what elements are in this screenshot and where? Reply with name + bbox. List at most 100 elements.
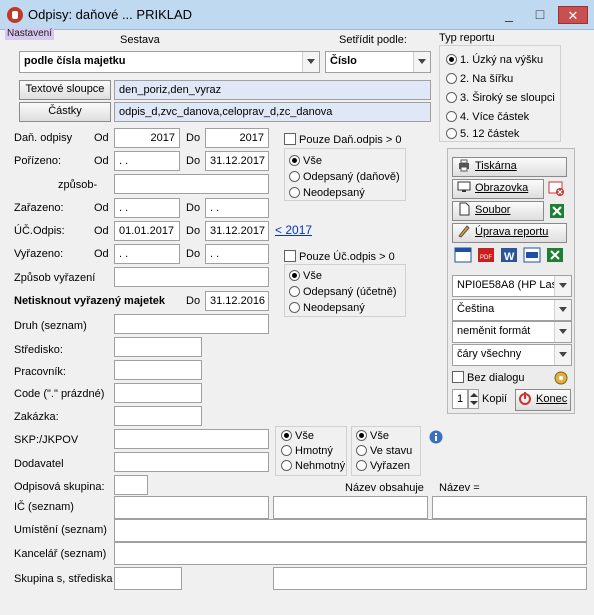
uprava-reportu-button[interactable]: Úprava reportu [452, 223, 567, 243]
word-icon[interactable]: W [500, 247, 518, 263]
spin-down-icon[interactable] [470, 401, 478, 405]
radio-icon[interactable] [281, 460, 292, 471]
pracovnik-input[interactable] [114, 360, 202, 380]
radio-icon[interactable] [289, 286, 300, 297]
chevron-down-icon[interactable] [554, 276, 571, 296]
zpusob-vyrazeni-input[interactable] [114, 267, 269, 287]
vyrazeno-do-input[interactable]: . . [205, 244, 269, 264]
porizeno-do-input[interactable]: 31.12.2017 [205, 151, 269, 171]
radio-icon[interactable] [289, 302, 300, 313]
settings-icon[interactable] [553, 370, 569, 386]
castky-button[interactable]: Částky [19, 102, 111, 122]
typ-reportu-option-1[interactable]: 1. Úzký na výšku [446, 54, 543, 66]
info-icon[interactable] [429, 430, 443, 444]
pdf-icon[interactable]: PDF [477, 247, 495, 263]
radio-icon[interactable] [356, 460, 367, 471]
nazev-eq-input[interactable] [432, 496, 587, 519]
stav-option-vyrazen[interactable]: Vyřazen [356, 460, 410, 472]
setridit-select[interactable]: Číslo [325, 51, 431, 73]
spin-up-icon[interactable] [470, 393, 478, 397]
textove-sloupce-button[interactable]: Textové sloupce [19, 80, 111, 100]
stredisko-input[interactable] [114, 337, 202, 357]
pouze-dan-checkbox[interactable]: Pouze Daň.odpis > 0 [284, 133, 401, 146]
chevron-down-icon[interactable] [554, 300, 571, 320]
soubor-button[interactable]: Soubor [452, 201, 544, 221]
pouze-dan-option-odepsany[interactable]: Odepsaný (daňově) [289, 171, 400, 183]
radio-icon[interactable] [446, 92, 457, 103]
stav-option-ve-stavu[interactable]: Ve stavu [356, 445, 412, 457]
pouze-uc-option-vse[interactable]: Vše [289, 270, 322, 282]
menu-nastaveni[interactable]: Nastavení [5, 28, 55, 40]
screen-close-icon[interactable] [548, 181, 566, 197]
umisteni-input[interactable] [114, 519, 587, 542]
typ-reportu-option-4[interactable]: 4. Více částek [446, 111, 529, 123]
radio-icon[interactable] [446, 128, 457, 139]
zpusob-input[interactable] [114, 174, 269, 194]
kancelar-input[interactable] [114, 542, 587, 565]
ic-input[interactable] [114, 496, 269, 519]
radio-icon[interactable] [446, 54, 457, 65]
cary-select[interactable]: čáry všechny [452, 344, 572, 366]
pouze-uc-option-neodepsany[interactable]: Neodepsaný [289, 302, 365, 314]
uc-odpis-do-input[interactable]: 31.12.2017 [205, 221, 269, 241]
pouze-dan-option-neodepsany[interactable]: Neodepsaný [289, 187, 365, 199]
radio-icon[interactable] [446, 73, 457, 84]
checkbox-icon[interactable] [284, 133, 296, 145]
radio-icon[interactable] [281, 445, 292, 456]
kopii-input[interactable]: 1 [452, 389, 468, 409]
stav-option-vse[interactable]: Vše [356, 430, 389, 442]
obrazovka-button[interactable]: Obrazovka [452, 179, 544, 199]
hmotny-option-hmotny[interactable]: Hmotný [281, 445, 333, 457]
dan-odpisy-od-input[interactable]: 2017 [114, 128, 180, 148]
uc-odpis-od-input[interactable]: 01.01.2017 [114, 221, 180, 241]
bez-dialogu-checkbox[interactable]: Bez dialogu [452, 371, 525, 384]
zakazka-input[interactable] [114, 406, 202, 426]
close-button[interactable]: ✕ [558, 6, 588, 24]
radio-icon[interactable] [289, 187, 300, 198]
chevron-down-icon[interactable] [302, 52, 319, 72]
sestava-select[interactable]: podle čísla majetku [19, 51, 320, 73]
chevron-down-icon[interactable] [554, 345, 571, 365]
typ-reportu-option-5[interactable]: 5. 12 částek [446, 128, 519, 140]
html-icon[interactable] [523, 247, 541, 263]
radio-icon[interactable] [356, 430, 367, 441]
skp-input[interactable] [114, 429, 269, 449]
dodavatel-input[interactable] [114, 452, 269, 472]
castky-field[interactable]: odpis_d,zvc_danova,celoprav_d,zc_danova [114, 102, 431, 122]
hmotny-option-nehmotny[interactable]: Nehmotný [281, 460, 345, 472]
radio-icon[interactable] [289, 171, 300, 182]
porizeno-od-input[interactable]: . . [114, 151, 180, 171]
vyrazeno-od-input[interactable]: . . [114, 244, 180, 264]
typ-reportu-option-2[interactable]: 2. Na šířku [446, 73, 513, 85]
radio-icon[interactable] [281, 430, 292, 441]
chevron-down-icon[interactable] [413, 52, 430, 72]
code-input[interactable] [114, 383, 202, 403]
checkbox-icon[interactable] [452, 371, 464, 383]
tiskarna-button[interactable]: Tiskárna [452, 157, 567, 177]
chevron-down-icon[interactable] [554, 322, 571, 342]
pouze-dan-option-vse[interactable]: Vše [289, 155, 322, 167]
minimize-button[interactable]: _ [496, 6, 522, 24]
konec-button[interactable]: Konec [515, 389, 571, 411]
typ-reportu-option-3[interactable]: 3. Široký se sloupci [446, 92, 555, 104]
radio-icon[interactable] [289, 270, 300, 281]
dan-odpisy-do-input[interactable]: 2017 [205, 128, 269, 148]
kopii-spinner[interactable] [468, 389, 479, 409]
excel-export-icon[interactable] [546, 247, 564, 263]
zarazeno-do-input[interactable]: . . [205, 198, 269, 218]
checkbox-icon[interactable] [284, 250, 296, 262]
druh-input[interactable] [114, 314, 269, 334]
textove-sloupce-field[interactable]: den_poriz,den_vyraz [114, 80, 431, 100]
calendar-icon[interactable] [454, 247, 472, 263]
zarazeno-od-input[interactable]: . . [114, 198, 180, 218]
excel-icon[interactable] [549, 203, 565, 219]
pouze-uc-checkbox[interactable]: Pouze Úč.odpis > 0 [284, 250, 395, 263]
printer-select[interactable]: NPI0E58A8 (HP Las [452, 275, 572, 297]
prev-year-link[interactable]: < 2017 [275, 223, 312, 237]
radio-icon[interactable] [356, 445, 367, 456]
skupina-text-input[interactable] [273, 567, 587, 590]
hmotny-option-vse[interactable]: Vše [281, 430, 314, 442]
language-select[interactable]: Čeština [452, 299, 572, 321]
odpisova-skupina-input[interactable] [114, 475, 148, 495]
netisknout-do-input[interactable]: 31.12.2016 [205, 291, 269, 311]
